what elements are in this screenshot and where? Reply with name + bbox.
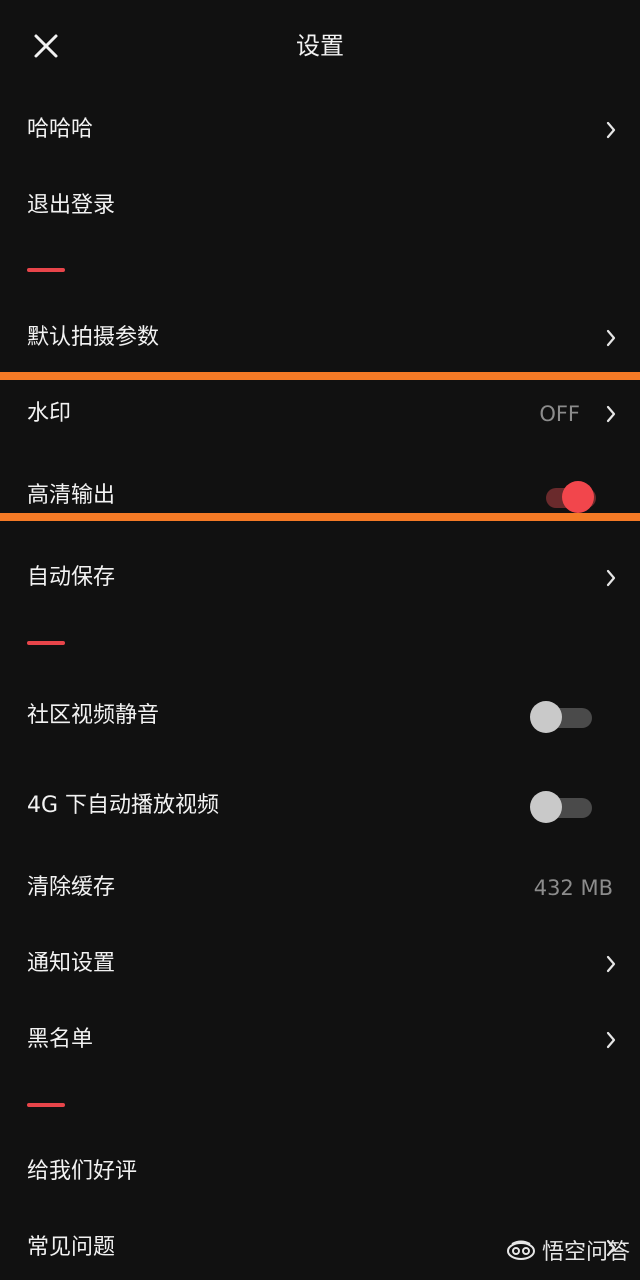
4g-autoplay-toggle[interactable]	[530, 791, 596, 823]
highlight-line-bottom	[0, 513, 640, 521]
settings-item-label: 水印	[27, 401, 72, 426]
settings-item-label: 哈哈哈	[27, 117, 94, 142]
settings-item-default-shooting-params[interactable]: 默认拍摄参数	[0, 308, 640, 368]
highlight-line-top	[0, 372, 640, 380]
settings-item-label: 给我们好评	[27, 1159, 138, 1184]
settings-item-label: 常见问题	[27, 1235, 116, 1260]
section-divider	[27, 268, 65, 272]
wukong-logo-icon	[506, 1240, 535, 1260]
settings-item-label: 黑名单	[27, 1027, 94, 1052]
chevron-right-icon	[606, 121, 616, 139]
watermark-text: 悟空问答	[541, 1240, 630, 1265]
settings-screen: 设置 哈哈哈 退出登录 默认拍摄参数 水印 OFF 高清输出 自动保存 社区视频…	[0, 0, 640, 1280]
chevron-right-icon	[606, 405, 616, 423]
community-mute-toggle[interactable]	[530, 701, 596, 733]
settings-item-label: 4G 下自动播放视频	[27, 793, 220, 818]
settings-item-clear-cache[interactable]: 清除缓存 432 MB	[0, 858, 640, 918]
settings-item-blacklist[interactable]: 黑名单	[0, 1010, 640, 1070]
chevron-right-icon	[606, 955, 616, 973]
settings-item-label: 通知设置	[27, 951, 116, 976]
settings-item-label: 默认拍摄参数	[27, 325, 160, 350]
settings-item-profile[interactable]: 哈哈哈	[0, 100, 640, 160]
chevron-right-icon	[606, 1031, 616, 1049]
settings-item-watermark[interactable]: 水印 OFF	[0, 384, 640, 444]
toggle-knob	[562, 481, 594, 513]
chevron-right-icon	[606, 569, 616, 587]
header: 设置	[0, 0, 640, 92]
section-divider	[27, 641, 65, 645]
settings-item-label: 退出登录	[27, 193, 116, 218]
settings-item-label: 自动保存	[27, 565, 116, 590]
settings-item-4g-autoplay: 4G 下自动播放视频	[0, 776, 640, 836]
watermark-value: OFF	[539, 402, 580, 426]
settings-item-logout[interactable]: 退出登录	[0, 176, 640, 236]
chevron-right-icon	[606, 329, 616, 347]
toggle-knob	[530, 701, 562, 733]
toggle-knob	[530, 791, 562, 823]
cache-size-value: 432 MB	[533, 876, 613, 900]
settings-item-notifications[interactable]: 通知设置	[0, 934, 640, 994]
settings-item-rate-us[interactable]: 给我们好评	[0, 1142, 640, 1202]
section-divider	[27, 1103, 65, 1107]
hd-output-toggle[interactable]	[542, 481, 608, 513]
wukong-watermark: 悟空问答	[506, 1230, 630, 1270]
page-title: 设置	[296, 32, 344, 60]
settings-item-community-mute: 社区视频静音	[0, 686, 640, 746]
settings-item-label: 社区视频静音	[27, 703, 160, 728]
settings-item-auto-save[interactable]: 自动保存	[0, 548, 640, 608]
settings-item-label: 清除缓存	[27, 875, 116, 900]
